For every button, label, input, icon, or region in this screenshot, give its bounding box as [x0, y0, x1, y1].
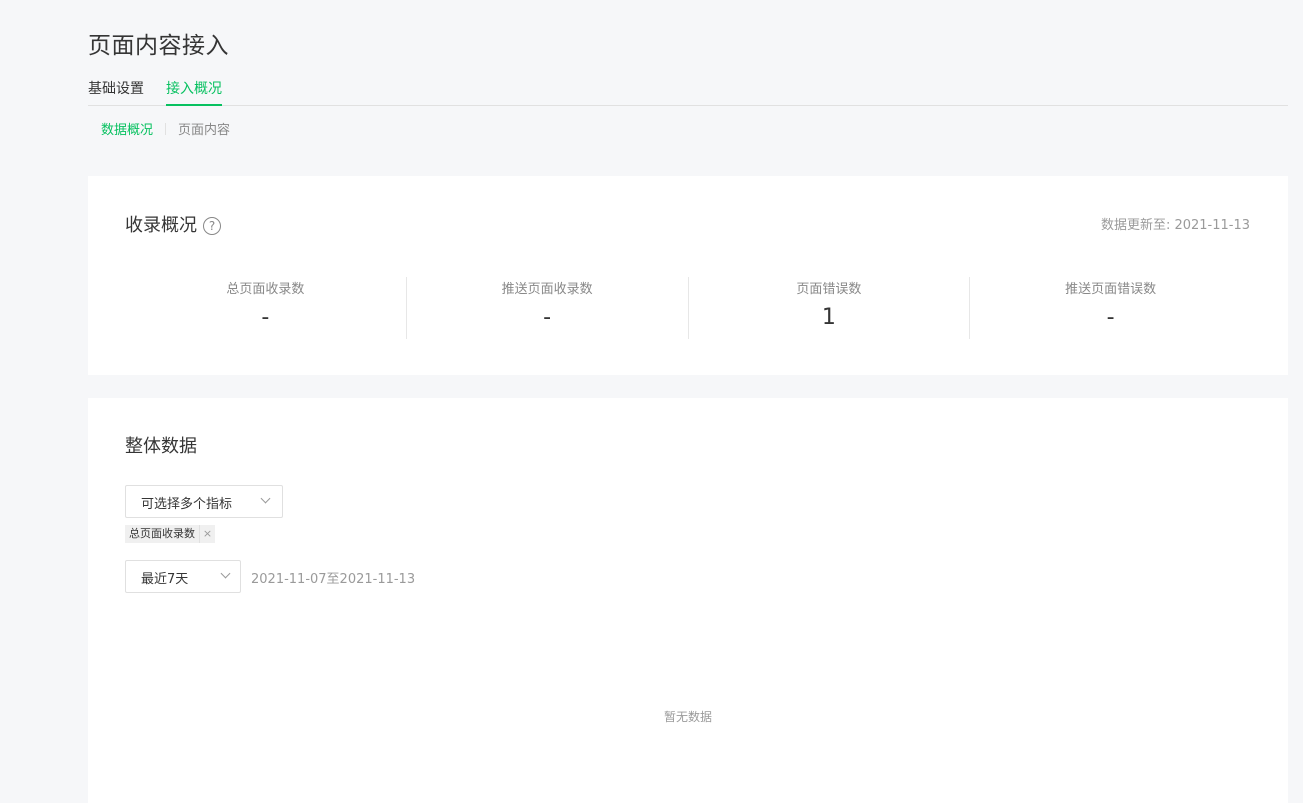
tab-access-overview[interactable]: 接入概况 — [166, 78, 222, 106]
update-time: 数据更新至: 2021-11-13 — [1100, 218, 1250, 233]
overview-card: 收录概况? 数据更新至: 2021-11-13 总页面收录数 - 推送页面收录数… — [88, 176, 1288, 375]
overview-title-text: 收录概况 — [125, 215, 197, 236]
chevron-down-icon — [220, 568, 231, 579]
stat-pushed-indexed: 推送页面收录数 - — [405, 277, 688, 339]
stat-value: - — [261, 305, 270, 330]
stat-label: 推送页面错误数 — [1065, 282, 1157, 297]
sub-tabs: 数据概况 页面内容 — [101, 121, 230, 141]
subtab-page-content[interactable]: 页面内容 — [178, 121, 230, 141]
chevron-down-icon — [260, 493, 271, 504]
overview-title: 收录概况? — [125, 211, 221, 237]
date-range-text: 2021-11-07至2021-11-13 — [251, 572, 416, 587]
stat-pushed-errors: 推送页面错误数 - — [969, 277, 1251, 339]
stat-page-errors: 页面错误数 1 — [687, 277, 970, 339]
subtab-data-overview[interactable]: 数据概况 — [101, 121, 153, 141]
tag-label: 总页面收录数 — [129, 527, 195, 540]
overall-data-card: 整体数据 可选择多个指标 总页面收录数 × 最近7天 2021-11-07至20… — [88, 398, 1288, 803]
stat-label: 总页面收录数 — [226, 282, 305, 297]
stat-value: 1 — [821, 305, 836, 330]
empty-state: 暂无数据 — [663, 710, 712, 724]
stat-label: 页面错误数 — [796, 282, 862, 297]
main-tabs: 基础设置 接入概况 — [88, 78, 1288, 106]
subtab-divider — [165, 123, 167, 135]
page-container: 页面内容接入 基础设置 接入概况 数据概况 页面内容 收录概况? 数据更新至: 2… — [88, 0, 1288, 803]
date-range-select[interactable]: 最近7天 — [125, 560, 241, 593]
stat-label: 推送页面收录数 — [501, 282, 593, 297]
stat-value: - — [543, 305, 552, 330]
metric-select-placeholder: 可选择多个指标 — [141, 497, 233, 512]
tab-basic-settings[interactable]: 基础设置 — [88, 78, 144, 100]
metric-select[interactable]: 可选择多个指标 — [125, 485, 283, 518]
date-range-select-value: 最近7天 — [141, 572, 189, 587]
overall-title: 整体数据 — [125, 436, 197, 457]
question-circle-icon[interactable]: ? — [203, 217, 221, 235]
selected-metric-tag: 总页面收录数 × — [125, 525, 215, 543]
stats-row: 总页面收录数 - 推送页面收录数 - 页面错误数 1 推送页面错误数 - — [125, 277, 1251, 339]
stat-total-indexed: 总页面收录数 - — [125, 277, 406, 339]
stat-value: - — [1106, 305, 1115, 330]
page-title: 页面内容接入 — [88, 33, 229, 59]
close-icon[interactable]: × — [199, 525, 215, 543]
